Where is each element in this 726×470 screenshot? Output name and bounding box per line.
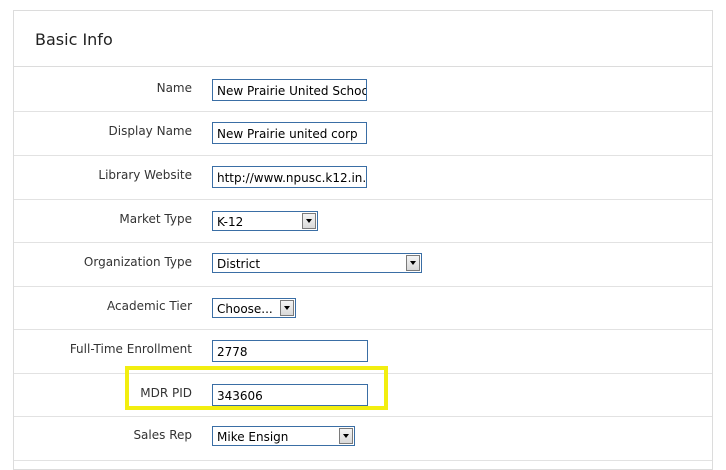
sales-rep-select[interactable]: Mike Ensign (212, 426, 355, 446)
form-row-library-website: Library Website http://www.npusc.k12.in.… (14, 155, 712, 200)
organization-type-label: Organization Type (83, 255, 192, 269)
market-type-value: K-12 (217, 215, 244, 229)
full-time-enrollment-label: Full-Time Enrollment (69, 342, 192, 356)
chevron-down-icon[interactable] (406, 255, 420, 271)
chevron-down-icon[interactable] (339, 428, 353, 444)
organization-type-select[interactable]: District (212, 253, 422, 273)
organization-type-value: District (217, 257, 261, 271)
academic-tier-select[interactable]: Choose... (212, 298, 296, 318)
sales-rep-label: Sales Rep (133, 428, 192, 442)
market-type-select[interactable]: K-12 (212, 211, 318, 231)
form-row-display-name: Display Name New Prairie united corp (14, 111, 712, 156)
name-label: Name (156, 81, 192, 95)
form-row-market-type: Market Type K-12 (14, 199, 712, 243)
market-type-label: Market Type (119, 212, 192, 226)
name-input[interactable]: New Prairie United School Corp (212, 79, 367, 101)
display-name-input[interactable]: New Prairie united corp (212, 122, 367, 144)
academic-tier-value: Choose... (217, 302, 273, 316)
form-row-sales-rep: Sales Rep Mike Ensign (14, 416, 712, 461)
panel-title: Basic Info (14, 11, 712, 67)
form-row-organization-type: Organization Type District (14, 242, 712, 287)
form-row-academic-tier: Academic Tier Choose... (14, 286, 712, 330)
library-website-label: Library Website (98, 168, 192, 182)
library-website-input[interactable]: http://www.npusc.k12.in.us (212, 166, 367, 188)
full-time-enrollment-input[interactable]: 2778 (212, 340, 368, 362)
display-name-label: Display Name (108, 124, 192, 138)
chevron-down-icon[interactable] (280, 300, 294, 316)
form-row-name: Name New Prairie United School Corp (14, 67, 712, 112)
sales-rep-value: Mike Ensign (217, 430, 289, 444)
mdr-pid-highlight-box (125, 366, 388, 410)
academic-tier-label: Academic Tier (107, 299, 192, 313)
chevron-down-icon[interactable] (302, 213, 316, 229)
